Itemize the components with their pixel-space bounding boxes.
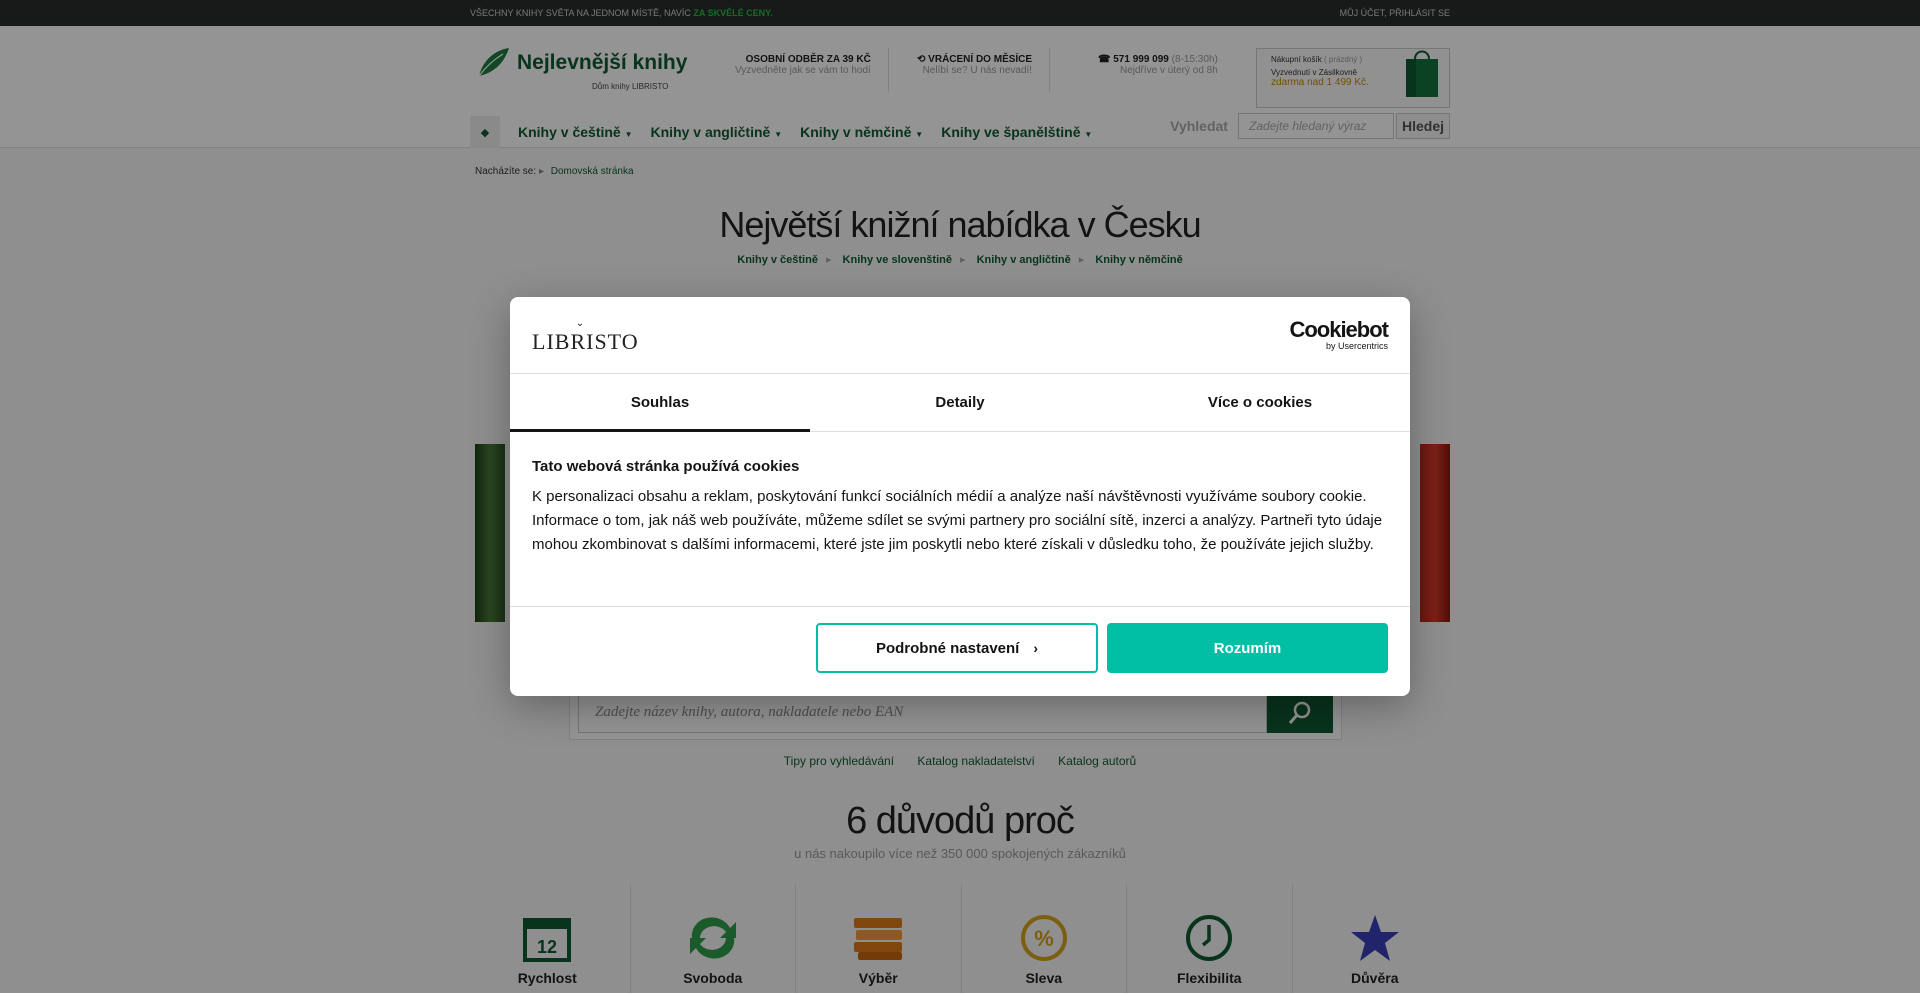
detailed-settings-label: Podrobné nastavení xyxy=(875,639,1020,657)
chevron-right-icon: › xyxy=(1033,640,1039,656)
detailed-settings-button[interactable]: Podrobné nastavení › xyxy=(816,623,1098,673)
tab-consent[interactable]: Souhlas xyxy=(510,374,810,432)
dialog-header: ⌄ LIBRISTO Cookiebot by Usercentrics xyxy=(510,297,1410,374)
cookiebot-byline: by Usercentrics xyxy=(1325,341,1388,351)
accept-button[interactable]: Rozumím xyxy=(1107,623,1388,673)
cookie-consent-dialog: ⌄ LIBRISTO Cookiebot by Usercentrics Sou… xyxy=(510,297,1410,696)
dialog-tabs: Souhlas Detaily Více o cookies xyxy=(510,374,1410,432)
libristo-wordmark: LIBRISTO xyxy=(532,329,639,354)
libristo-logo: ⌄ LIBRISTO xyxy=(532,319,639,355)
tab-details[interactable]: Detaily xyxy=(810,374,1110,431)
cookiebot-logo[interactable]: Cookiebot by Usercentrics xyxy=(1289,317,1389,352)
tab-about-cookies[interactable]: Více o cookies xyxy=(1110,374,1410,431)
dialog-actions: Podrobné nastavení › Rozumím xyxy=(510,607,1410,695)
dialog-text: K personalizaci obsahu a reklam, poskyto… xyxy=(532,488,1383,553)
cookiebot-wordmark: Cookiebot xyxy=(1289,317,1389,342)
dialog-body: Tato webová stránka používá cookies K pe… xyxy=(510,432,1410,607)
libristo-mark-icon: ⌄ xyxy=(575,318,585,329)
dialog-heading: Tato webová stránka používá cookies xyxy=(532,458,800,475)
